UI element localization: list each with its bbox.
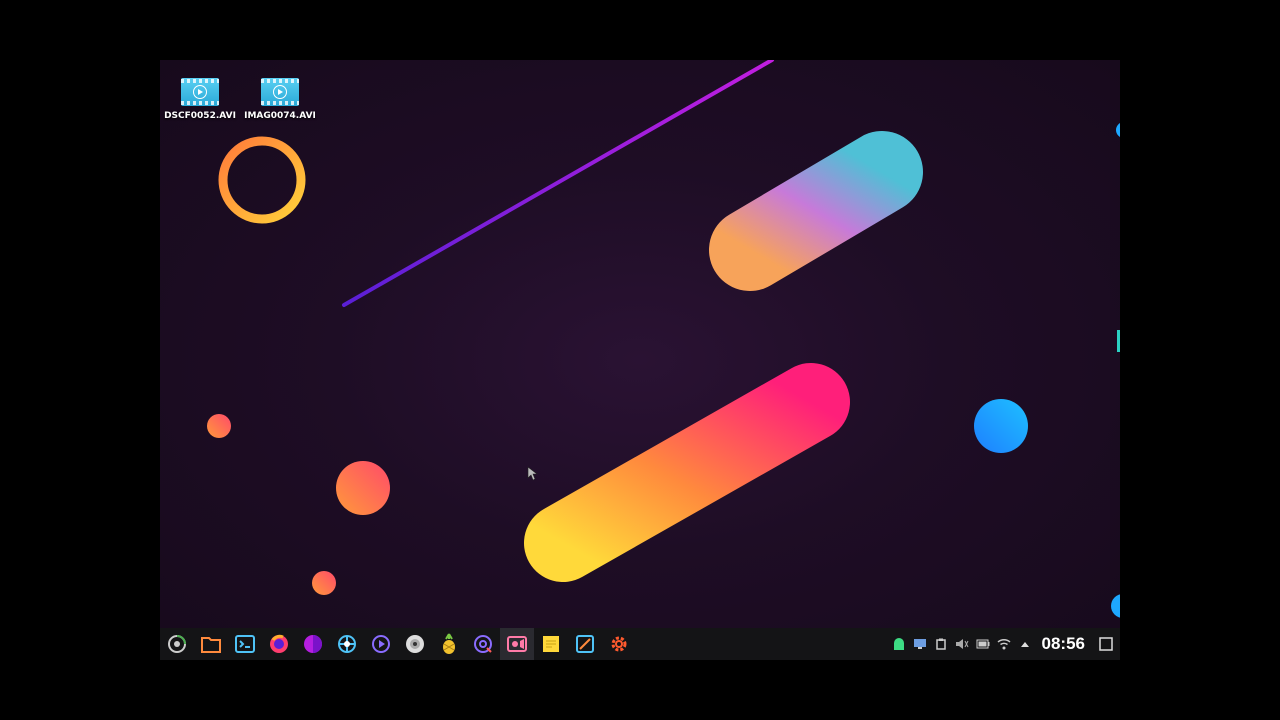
mouse-cursor xyxy=(527,466,538,481)
desktop-icon-dscf0052[interactable]: DSCF0052.AVI xyxy=(160,60,240,121)
image-editor-button[interactable] xyxy=(568,628,602,660)
dot-tiny xyxy=(312,571,336,595)
android-icon xyxy=(894,638,905,650)
cyan-edge-mark xyxy=(1117,330,1120,352)
blue-dot-edge-top xyxy=(1116,123,1120,137)
system-tray: 08:56 xyxy=(889,628,1120,660)
firefox-icon xyxy=(270,634,288,653)
blue-dot xyxy=(974,399,1028,453)
expand-tray-button[interactable] xyxy=(1015,628,1036,660)
terminal-button[interactable] xyxy=(228,628,262,660)
expand-tray-icon xyxy=(1021,642,1030,647)
gradient-pill-top xyxy=(709,131,923,291)
dot-medium xyxy=(336,461,390,515)
network-tool-icon xyxy=(338,635,356,653)
settings-icon xyxy=(611,636,627,652)
pineapple-icon xyxy=(443,633,455,654)
clipboard-icon xyxy=(936,638,946,650)
pineapple-button[interactable] xyxy=(432,628,466,660)
wifi-icon xyxy=(997,638,1011,650)
app-menu-icon xyxy=(168,635,186,653)
battery-icon xyxy=(976,639,990,649)
dot-small xyxy=(207,414,231,438)
video-file-icon xyxy=(181,78,219,106)
monitor-icon xyxy=(914,639,927,649)
desktop-icon-label: IMAG0074.AVI xyxy=(244,111,316,121)
desktop[interactable]: DSCF0052.AVI IMAG0074.AVI 08:56 xyxy=(160,60,1120,660)
android-tray-button[interactable] xyxy=(889,628,910,660)
gradient-pill-bottom xyxy=(524,363,850,582)
clock[interactable]: 08:56 xyxy=(1042,634,1085,654)
terminal-icon xyxy=(235,635,255,653)
app-menu-button[interactable] xyxy=(160,628,194,660)
desktop-icon-imag0074[interactable]: IMAG0074.AVI xyxy=(240,60,320,121)
screen-recorder-button[interactable] xyxy=(500,628,534,660)
firefox-button[interactable] xyxy=(262,628,296,660)
taskbar: 08:56 xyxy=(160,628,1120,660)
settings-button[interactable] xyxy=(602,628,636,660)
sticky-notes-icon xyxy=(543,636,559,652)
diagonal-line xyxy=(342,60,774,307)
blue-dot-edge-bottom xyxy=(1111,594,1120,618)
show-desktop-icon xyxy=(1098,637,1113,651)
show-desktop-button[interactable] xyxy=(1095,628,1116,660)
monitor-tray-button[interactable] xyxy=(910,628,931,660)
disc-burner-icon xyxy=(406,635,424,653)
video-file-icon xyxy=(261,78,299,106)
image-editor-icon xyxy=(576,635,594,653)
file-manager-icon xyxy=(201,637,221,653)
disc-burner-button[interactable] xyxy=(398,628,432,660)
color-picker-button[interactable] xyxy=(296,628,330,660)
media-player-icon xyxy=(372,635,390,653)
volume-tray-button[interactable] xyxy=(952,628,973,660)
desktop-icon-label: DSCF0052.AVI xyxy=(164,111,236,121)
screen-recorder-icon xyxy=(507,636,527,652)
wifi-tray-button[interactable] xyxy=(994,628,1015,660)
disk-utility-button[interactable] xyxy=(466,628,500,660)
network-tool-button[interactable] xyxy=(330,628,364,660)
color-picker-icon xyxy=(304,635,322,653)
volume-icon xyxy=(956,639,969,649)
sticky-notes-button[interactable] xyxy=(534,628,568,660)
disk-utility-icon xyxy=(474,635,492,653)
battery-tray-button[interactable] xyxy=(973,628,994,660)
ring xyxy=(218,136,306,224)
wallpaper xyxy=(207,60,1120,618)
file-manager-button[interactable] xyxy=(194,628,228,660)
clipboard-tray-button[interactable] xyxy=(931,628,952,660)
media-player-button[interactable] xyxy=(364,628,398,660)
